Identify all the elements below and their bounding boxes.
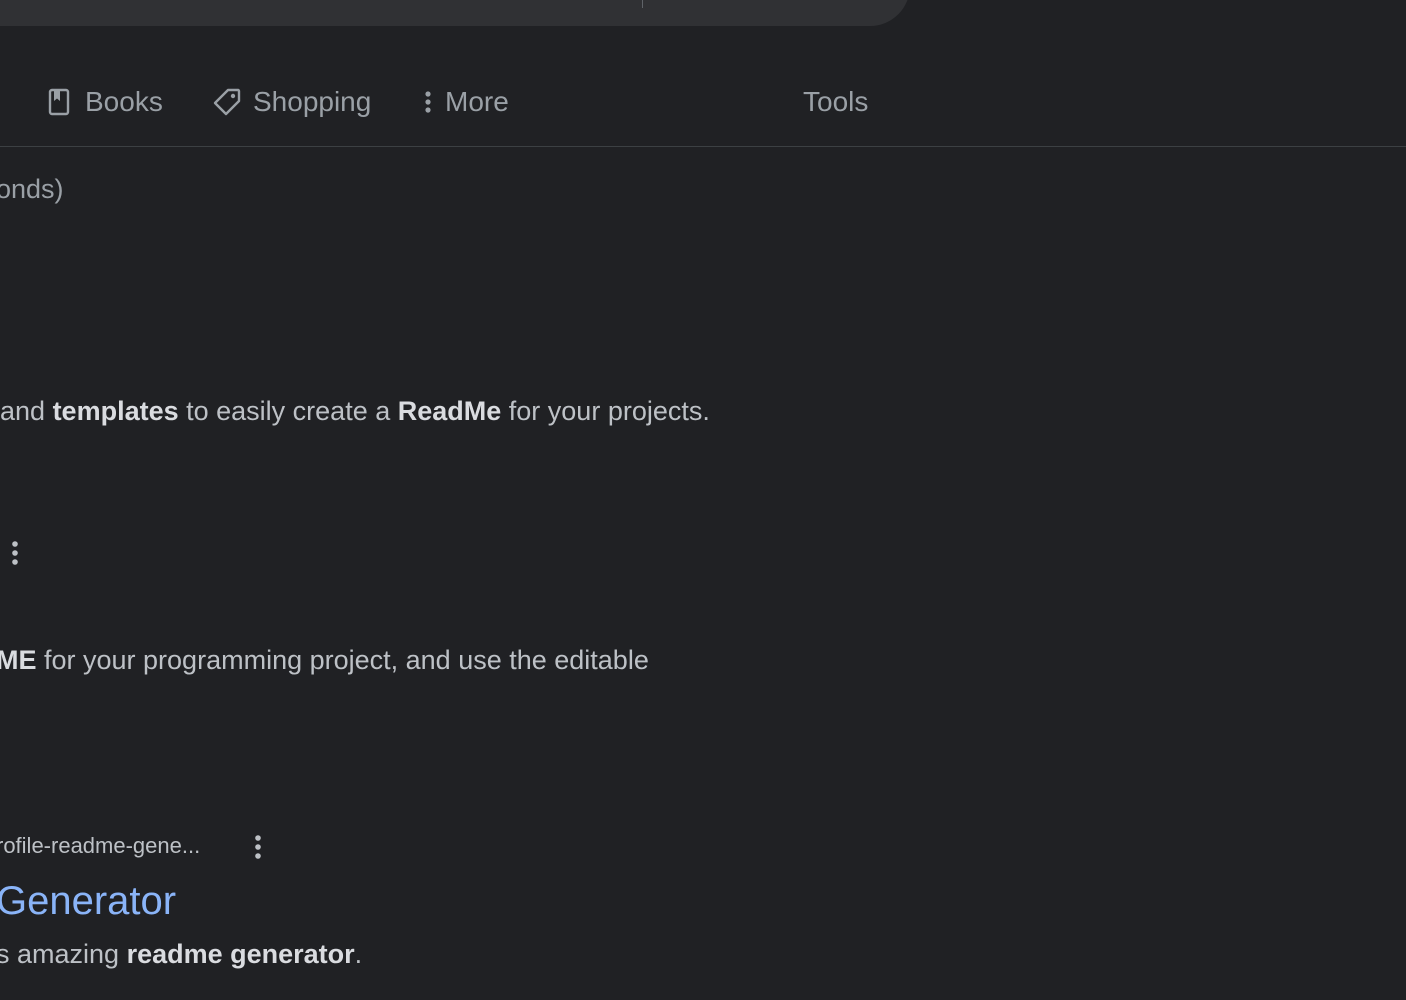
snippet-text: for your projects. [501, 396, 710, 426]
snippet-text: . [354, 939, 363, 969]
tab-books[interactable]: Books [46, 84, 163, 120]
result-stats: onds) [0, 174, 64, 204]
snippet-text: for your programming project, and use th… [36, 645, 649, 675]
snippet-bold: ME [0, 645, 37, 675]
tab-shopping[interactable]: Shopping [212, 84, 371, 120]
search-results-page: Books Shopping More Tools onds) and temp… [0, 0, 1406, 1000]
result-snippet: and templates to easily create a ReadMe … [0, 396, 710, 427]
snippet-text: s amazing [0, 939, 127, 969]
vertical-dots-icon [420, 89, 436, 115]
snippet-bold: ReadMe [397, 396, 502, 426]
tab-more-label: More [445, 86, 509, 117]
tab-tools-label: Tools [803, 86, 869, 117]
snippet-bold: templates [52, 396, 179, 426]
tab-shopping-label: Shopping [253, 86, 372, 117]
tab-tools[interactable]: Tools [803, 84, 868, 120]
snippet-text: to easily create a [178, 396, 398, 426]
result-menu-button[interactable] [250, 832, 266, 862]
result-title-link[interactable]: Generator [0, 879, 176, 924]
search-bar[interactable] [0, 0, 910, 26]
result-url: rofile-readme-gene... [0, 833, 201, 858]
tag-icon [212, 87, 242, 117]
tabs-divider [0, 146, 1406, 147]
tab-more[interactable]: More [420, 84, 509, 120]
vertical-dots-icon [12, 541, 18, 565]
tab-books-label: Books [85, 86, 163, 117]
snippet-text: and [0, 396, 53, 426]
result-snippet: s amazing readme generator. [0, 939, 362, 970]
snippet-bold: readme generator [126, 939, 355, 969]
search-bar-divider [642, 0, 643, 8]
result-menu-button[interactable] [7, 538, 23, 568]
vertical-dots-icon [255, 835, 261, 859]
book-icon [46, 88, 72, 116]
result-snippet: ME for your programming project, and use… [0, 645, 649, 676]
